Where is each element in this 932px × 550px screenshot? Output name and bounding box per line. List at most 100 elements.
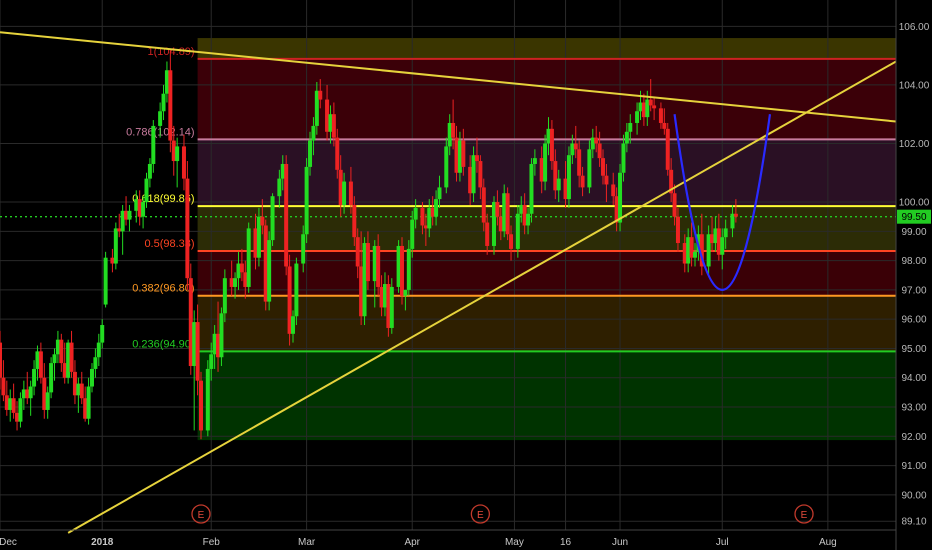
candle-body [158, 111, 163, 126]
candle-body [239, 263, 244, 273]
candle-body [621, 143, 626, 173]
candle-body [28, 386, 33, 399]
candle-body [720, 237, 725, 255]
candle-body [587, 149, 592, 188]
candle-body [652, 105, 657, 109]
candle-body [38, 351, 43, 378]
candle-body [635, 111, 640, 123]
candle-body [76, 383, 81, 396]
candle-body [205, 368, 210, 431]
candle-body [662, 122, 667, 129]
candle-body [614, 196, 619, 223]
fib-level-label: 0.236(94.90) [132, 338, 194, 350]
candle-body [549, 128, 554, 162]
candle-body [144, 178, 149, 203]
candle-body [1, 377, 6, 396]
candle-body [188, 278, 193, 367]
candle-body [59, 339, 64, 364]
candle-body [304, 166, 309, 235]
candle-body [175, 146, 180, 162]
candle-body [502, 193, 507, 232]
candle-body [658, 108, 663, 123]
candle-body [8, 398, 13, 410]
candle-body [420, 207, 425, 226]
candle-body [164, 70, 169, 94]
candle-body [124, 210, 129, 220]
candle-body [79, 383, 84, 399]
candle-body [93, 357, 98, 369]
candle-body [42, 377, 47, 410]
candle-body [55, 339, 60, 355]
candle-body [318, 90, 323, 100]
candle-body [692, 251, 697, 258]
candle-body [243, 272, 248, 287]
fib-zone [197, 38, 897, 59]
candle-body [103, 257, 108, 305]
candle-body [284, 163, 289, 267]
candle-body [287, 266, 292, 334]
candle-body [301, 234, 306, 264]
candle-body [645, 99, 650, 118]
candle-body [171, 140, 176, 162]
candle-body [25, 389, 30, 399]
candle-body [522, 204, 527, 226]
candle-body [147, 163, 152, 179]
candle-body [199, 380, 204, 431]
candle-body [505, 193, 510, 235]
candle-body [580, 175, 585, 188]
y-tick-label: 95.00 [901, 344, 926, 355]
candle-body [539, 158, 544, 182]
candle-body [256, 216, 261, 258]
candle-body [638, 102, 643, 112]
candle-body [151, 125, 156, 164]
candle-body [181, 146, 186, 179]
candle-body [335, 137, 340, 170]
y-tick-label: 97.00 [901, 285, 926, 296]
candle-body [577, 149, 582, 176]
candle-body [35, 351, 40, 369]
candle-body [355, 237, 360, 267]
candle-body [563, 178, 568, 200]
candle-body [403, 289, 408, 296]
candle-body [348, 181, 353, 205]
candle-body [532, 158, 537, 164]
candle-body [509, 234, 514, 249]
candle-body [553, 161, 558, 191]
candle-body [110, 257, 115, 264]
y-tick-label: 94.00 [901, 373, 926, 384]
candle-body [359, 266, 364, 317]
candle-body [233, 278, 238, 287]
candle-body [246, 228, 251, 287]
fib-level-label: 0.382(96.80) [132, 283, 194, 295]
earnings-marker-label: E [198, 510, 205, 521]
candle-body [382, 284, 387, 308]
fib-zone [197, 295, 897, 352]
candle-body [515, 213, 520, 249]
candle-body [229, 278, 234, 287]
candle-body [461, 140, 466, 167]
x-tick-label: Apr [404, 537, 420, 548]
candlestick-chart: 1(104.89)0.786(102.14)0.618(99.86)0.5(98… [0, 0, 932, 550]
candle-body [294, 263, 299, 317]
candle-body [216, 333, 221, 358]
candle-body [270, 196, 275, 241]
candle-body [66, 342, 71, 378]
candle-body [624, 131, 629, 144]
candle-body [69, 342, 74, 372]
x-tick-label: Jun [612, 537, 628, 548]
candle-body [372, 245, 377, 282]
candle-body [219, 313, 224, 358]
last-price-label: 99.50 [901, 212, 926, 223]
candle-body [543, 143, 548, 182]
candle-body [682, 243, 687, 264]
candle-body [62, 363, 67, 378]
candle-body [413, 207, 418, 220]
candle-body [168, 70, 173, 141]
candle-body [308, 140, 313, 167]
candle-body [32, 368, 37, 387]
y-tick-label: 106.00 [899, 22, 930, 33]
candle-body [96, 342, 101, 358]
candle-body [277, 178, 282, 197]
candle-body [365, 243, 370, 282]
y-tick-label: 89.10 [901, 517, 926, 528]
